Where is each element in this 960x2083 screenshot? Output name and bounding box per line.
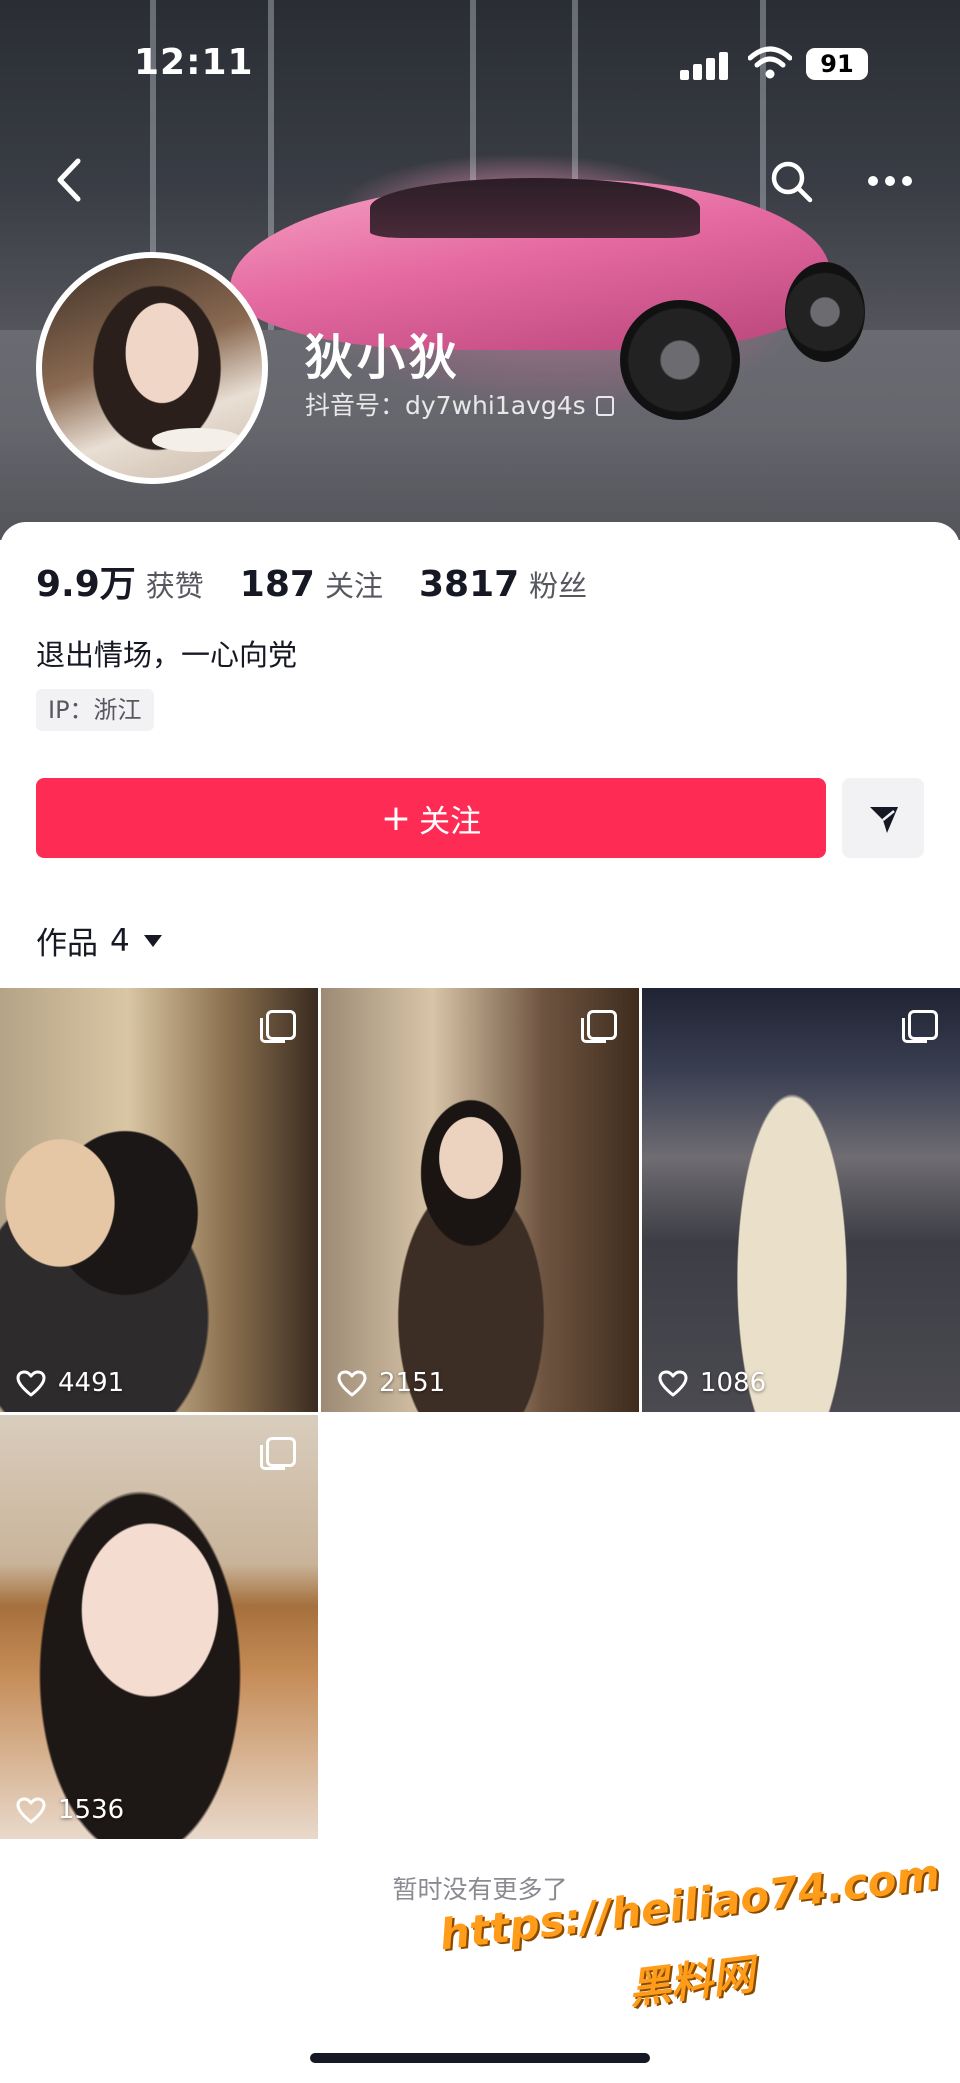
share-icon	[870, 807, 898, 833]
search-icon[interactable]	[768, 158, 816, 206]
profile-stats: 9.9万 获赞 187 关注 3817 粉丝	[36, 555, 623, 605]
profile-nickname: 狄小狄	[305, 330, 462, 386]
works-count: 4	[110, 922, 130, 959]
tab-works[interactable]: 作品 4	[36, 918, 162, 963]
stat-following[interactable]: 187 关注	[240, 563, 383, 605]
work-tile[interactable]: 4491	[0, 988, 318, 1412]
heart-icon	[337, 1370, 367, 1396]
stat-followers[interactable]: 3817 粉丝	[419, 563, 587, 605]
status-time: 12:11	[134, 42, 254, 83]
stat-value: 9.9万	[36, 564, 136, 605]
work-likes: 1086	[658, 1368, 766, 1398]
caret-down-icon	[143, 934, 162, 947]
work-tile[interactable]: 1086	[642, 988, 960, 1412]
work-tile[interactable]: 1536	[0, 1415, 318, 1839]
avatar-photo-detail	[152, 428, 242, 452]
signal-icon	[680, 50, 730, 80]
multi-image-icon	[260, 1437, 296, 1470]
work-tile[interactable]: 2151	[321, 988, 639, 1412]
work-likes-count: 1086	[700, 1368, 767, 1398]
works-tab-label: 作品	[36, 926, 98, 962]
avatar[interactable]	[36, 252, 268, 484]
follow-button-label: 关注	[419, 803, 482, 840]
cover-car-wheel	[785, 262, 865, 362]
cover-car-wheel	[620, 300, 740, 420]
more-icon[interactable]	[866, 170, 914, 194]
work-likes: 1536	[16, 1795, 124, 1825]
copy-icon[interactable]	[595, 396, 614, 416]
work-likes: 4491	[16, 1368, 124, 1398]
multi-image-icon	[902, 1010, 938, 1043]
douyin-id-text: 抖音号：dy7whi1avg4s	[305, 391, 586, 420]
stat-label: 获赞	[145, 569, 204, 603]
work-likes-count: 1536	[58, 1795, 125, 1825]
stat-value: 3817	[418, 564, 520, 605]
home-indicator	[310, 2053, 650, 2063]
multi-image-icon	[581, 1010, 617, 1043]
plus-icon: +	[380, 797, 412, 839]
wifi-icon	[748, 46, 792, 79]
cover-car-window	[370, 178, 700, 238]
multi-image-icon	[260, 1010, 296, 1043]
heart-icon	[16, 1370, 46, 1396]
back-arrow-icon[interactable]	[50, 155, 90, 205]
battery-indicator: 91	[806, 48, 868, 80]
work-likes: 2151	[337, 1368, 445, 1398]
status-bar: 12:11 91	[0, 0, 960, 120]
ip-location-tag: IP：浙江	[36, 689, 154, 731]
profile-bio: 退出情场，一心向党	[36, 638, 298, 672]
stat-likes[interactable]: 9.9万 获赞	[36, 555, 204, 607]
work-likes-count: 2151	[379, 1368, 446, 1398]
work-likes-count: 4491	[58, 1368, 125, 1398]
heart-icon	[658, 1370, 688, 1396]
heart-icon	[16, 1797, 46, 1823]
stat-label: 关注	[324, 569, 383, 603]
stat-value: 187	[239, 564, 315, 605]
follow-button[interactable]: + 关注	[36, 778, 826, 858]
share-button[interactable]	[842, 778, 924, 858]
profile-douyin-id[interactable]: 抖音号：dy7whi1avg4s	[305, 386, 614, 422]
stat-label: 粉丝	[529, 569, 588, 603]
